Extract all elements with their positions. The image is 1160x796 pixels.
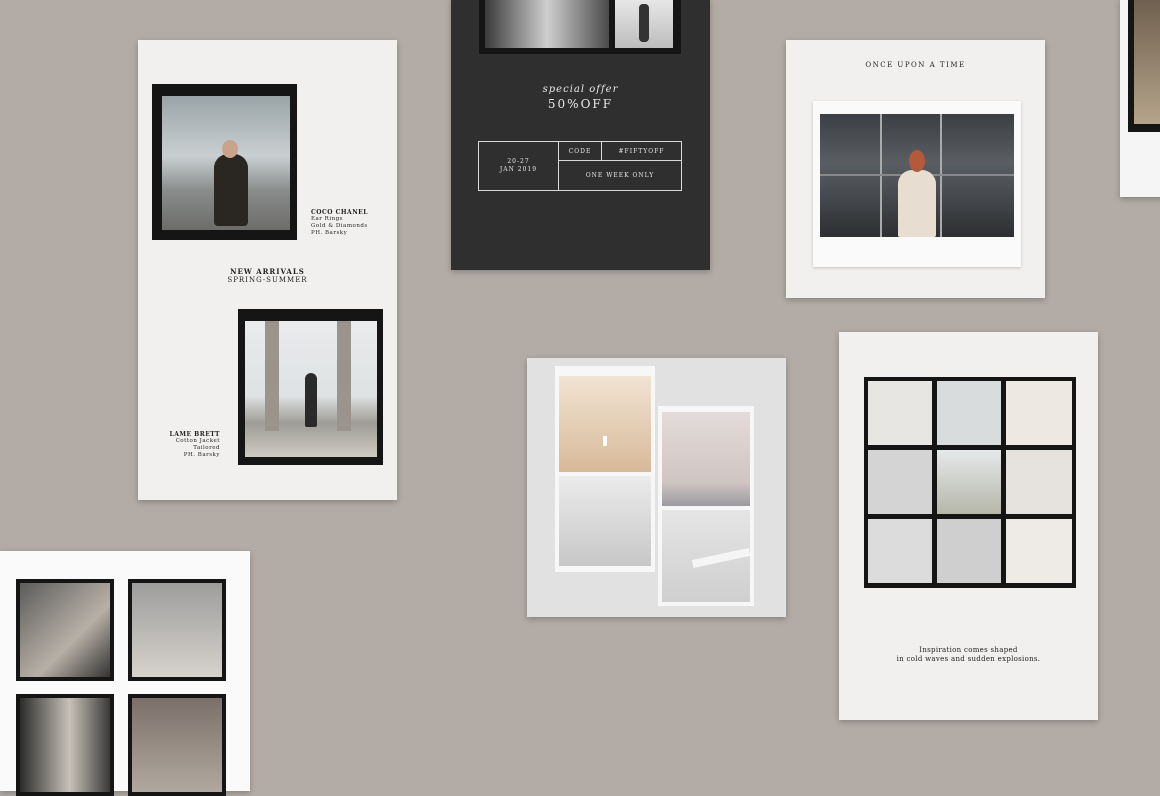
film-frame-edge [1128,0,1160,132]
photo-woman-columns [245,321,377,457]
film-frame-bags-3 [16,694,114,796]
grid-photo-4 [868,450,932,514]
film-frame-bags-4 [128,694,226,796]
contact-sheet-grid [864,377,1076,588]
partial-card-edge [1120,0,1160,197]
offer-text: 50%OFF [547,97,614,111]
grid-photo-1 [868,381,932,445]
film-frame-bags-1 [16,579,114,681]
post-card-film-strips[interactable] [527,358,786,617]
film-frame-bags-2 [128,579,226,681]
story-card-new-arrivals[interactable]: COCO CHANEL Ear Rings Gold & Diamonds PH… [138,40,397,500]
photo-airplane-wing [662,510,750,602]
photo-hand-column [20,698,110,792]
photo-man-by-window [162,96,290,230]
grid-photo-6 [1006,450,1072,514]
card3-title: ONCE UPON A TIME [865,61,966,69]
photo-handbags [20,583,110,677]
caption1-line3: PH. Barsky [311,230,348,236]
grid-photo-3 [1006,381,1072,445]
caption2-title: LAME BRETT [169,431,220,438]
grid-photo-7 [868,519,932,583]
dates-line2: JAN 2019 [499,166,538,173]
code-label: CODE [568,148,592,155]
duration-text: ONE WEEK ONLY [585,172,655,179]
caption1-line2: Gold & Diamonds [311,223,368,229]
film-frame-bottom [238,309,383,465]
script-text: special offer [542,84,619,95]
photo-stairs-bag [132,583,222,677]
grid-photo-2 [937,381,1001,445]
quote-line1: Inspiration comes shaped [919,646,1018,654]
grid-photo-8 [937,519,1001,583]
film-frame-top [152,84,297,240]
photo-hazy-horizon [662,412,750,506]
story-card-special-offer[interactable]: special offer 50%OFF 20-27 JAN 2019 CODE… [451,0,710,270]
film-strip-right [658,406,754,606]
dates-line1: 20-27 [507,158,530,165]
caption2-line3: PH. Barsky [183,452,220,458]
quote-line2: in cold waves and sudden explosions. [896,655,1041,663]
offer-details-box: 20-27 JAN 2019 CODE #FIFTYOFF ONE WEEK O… [478,141,682,191]
photo-woman-wall [132,698,222,792]
caption2-line2: Tailored [193,445,220,451]
post-card-bags-grid[interactable] [0,551,250,796]
caption2-line1: Cotton Jacket [175,438,220,444]
grid-photo-5 [937,450,1001,514]
film-strip-top [479,0,681,54]
heading-line2: SPRING-SUMMER [227,276,308,284]
grid-photo-9 [1006,519,1072,583]
code-value: #FIFTYOFF [618,148,665,155]
story-card-contact-sheet[interactable]: Inspiration comes shaped in cold waves a… [839,332,1098,720]
photo-desert [559,376,651,472]
post-card-once-upon-a-time[interactable]: ONCE UPON A TIME [786,40,1045,298]
film-strip-left [555,366,655,572]
polaroid-frame [813,101,1021,267]
photo-woman-bw [485,0,609,48]
heading-line1: NEW ARRIVALS [230,267,305,276]
caption1-title: COCO CHANEL [311,209,368,216]
caption1-line1: Ear Rings [311,216,343,222]
photo-woman-red-hair [820,114,1014,237]
photo-fog-sea [559,476,651,566]
photo-man-beach-bw [615,0,673,48]
photo-landscape-edge [1134,0,1160,124]
